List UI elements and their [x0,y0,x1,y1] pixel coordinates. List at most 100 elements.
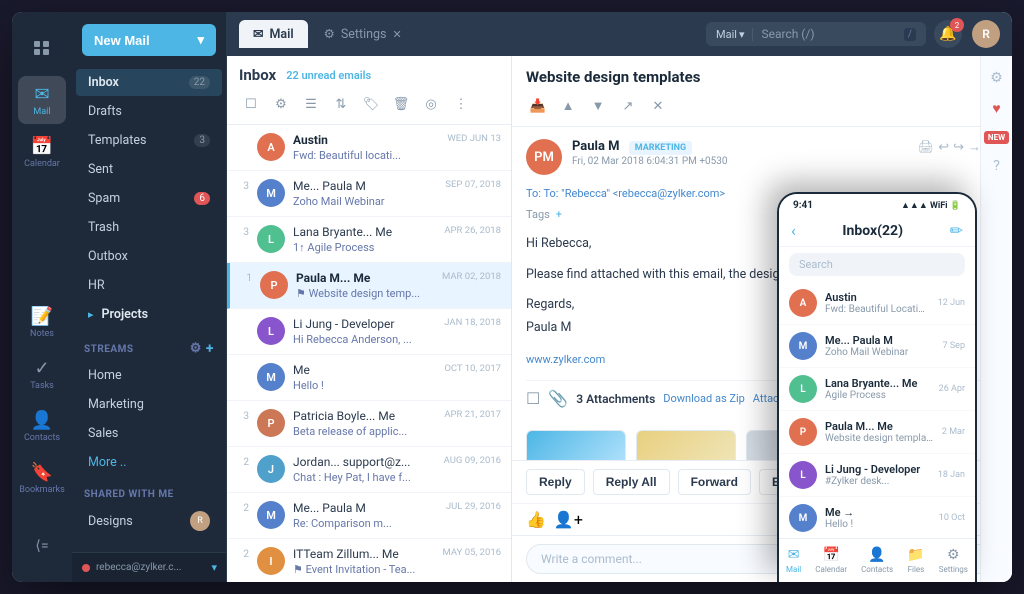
mobile-email-item[interactable]: L Li Jung - Developer #Zylker desk... 18… [779,454,975,497]
sidebar-icon-collapse[interactable]: ⟨= [18,522,66,570]
user-avatar-button[interactable]: R [972,20,1000,48]
tab-settings[interactable]: ⚙ Settings ✕ [310,20,416,48]
mobile-compose-button[interactable]: ✏ [950,221,963,240]
user-bar[interactable]: rebecca@zylker.c... ▾ [72,552,227,582]
mobile-tab-settings[interactable]: ⚙ Settings [939,547,968,574]
detail-print-icon[interactable]: 🖨 [918,140,935,155]
email-list-item[interactable]: 2 I ITTeam Zillum... Me ⚑ Event Invitati… [227,539,511,582]
email-avatar: M [257,179,285,207]
email-list-item[interactable]: L Li Jung - Developer Hi Rebecca Anderso… [227,309,511,355]
panel-settings-icon[interactable]: ⚙ [990,70,1003,86]
sidebar-icon-bookmarks[interactable]: 🔖 Bookmarks [18,454,66,502]
new-mail-button[interactable]: New Mail ▾ [82,24,216,56]
sidebar-item-inbox[interactable]: Inbox 22 [76,69,222,96]
tab-close-icon[interactable]: ✕ [393,28,402,41]
read-btn[interactable]: ◎ [419,92,443,116]
user-menu-icon[interactable]: ▾ [211,561,217,574]
email-sender: Austin [293,133,439,147]
sidebar-item-outbox[interactable]: Outbox [76,243,222,270]
email-list-item[interactable]: 3 M Me... Paula M Zoho Mail Webinar SEP … [227,171,511,217]
email-subject: 1↑ Agile Process [293,241,436,254]
search-scope-dropdown[interactable]: Mail ▾ [716,28,753,41]
mobile-mail-icon: ✉ [788,547,800,563]
email-list-item[interactable]: M Me Hello ! OCT 10, 2017 [227,355,511,401]
mobile-tab-contacts[interactable]: 👤 Contacts [861,547,893,574]
view-btn[interactable]: ☰ [299,92,323,116]
attachment-creative1[interactable]: Creative 1.png 20.3 KB [526,430,626,460]
email-avatar: L [257,317,285,345]
sidebar-icon-mail[interactable]: ✉ Mail [18,76,66,124]
detail-down-btn[interactable]: ▼ [586,94,610,118]
sidebar-item-designs[interactable]: Designs R [76,505,222,537]
attachment-count: 3 Attachments [576,392,655,406]
sort-btn[interactable]: ⇅ [329,92,353,116]
detail-expand-btn[interactable]: ↗ [616,94,640,118]
sidebar-item-spam[interactable]: Spam 6 [76,185,222,212]
streams-settings-icon[interactable]: ⚙ [190,341,202,357]
sidebar-icon-tasks[interactable]: ✓ Tasks [18,350,66,398]
mobile-sender: Lana Bryante... Me [825,377,931,390]
email-list-item[interactable]: 2 M Me... Paula M Re: Comparison m... JU… [227,493,511,539]
mobile-search-input[interactable]: Search [789,253,965,276]
delete-btn[interactable]: 🗑 [389,92,413,116]
filter-btn[interactable]: ⚙ [269,92,293,116]
panel-favorite-icon[interactable]: ♥ [992,100,1000,117]
sidebar-item-home[interactable]: Home [76,362,222,389]
streams-add-icon[interactable]: + [206,341,214,357]
sidebar-item-trash[interactable]: Trash [76,214,222,241]
mobile-tab-calendar[interactable]: 📅 Calendar [815,547,847,574]
mobile-email-item[interactable]: L Lana Bryante... Me Agile Process 26 Ap… [779,368,975,411]
search-shortcut: / [904,28,916,41]
sidebar-item-sent[interactable]: Sent [76,156,222,183]
mobile-email-item[interactable]: M Me → Hello ! 10 Oct [779,497,975,540]
notification-button[interactable]: 🔔 2 [934,20,962,48]
more-btn[interactable]: ⋮ [449,92,473,116]
sidebar-item-templates[interactable]: Templates 3 [76,127,222,154]
email-content: Me Hello ! [293,363,436,392]
forward-button[interactable]: Forward [678,469,751,495]
top-bar-icons: 🔔 2 R [934,20,1000,48]
sidebar-item-more[interactable]: More .. [76,449,222,476]
email-list-item[interactable]: 3 L Lana Bryante... Me 1↑ Agile Process … [227,217,511,263]
detail-reply-icon[interactable]: ↩ [938,140,949,155]
download-zip-link[interactable]: Download as Zip [663,392,745,405]
mobile-tab-mail[interactable]: ✉ Mail [786,547,801,574]
shared-section-title: SHARED WITH ME [72,477,226,504]
sidebar-item-sales[interactable]: Sales [76,420,222,447]
mobile-tab-files[interactable]: 📁 Files [907,547,924,574]
select-all-btn[interactable]: ☐ [239,92,263,116]
email-list-item[interactable]: A Austin Fwd: Beautiful locati... WED JU… [227,125,511,171]
detail-archive-btn[interactable]: 📥 [526,94,550,118]
sidebar-icon-calendar[interactable]: 📅 Calendar [18,128,66,176]
mobile-email-item[interactable]: M Me... Paula M Zoho Mail Webinar 7 Sep [779,325,975,368]
sidebar-item-projects[interactable]: ▸ Projects [76,301,222,328]
sidebar-item-marketing[interactable]: Marketing [76,391,222,418]
email-list-item[interactable]: 2 J Jordan... support@z... Chat : Hey Pa… [227,447,511,493]
person-add-icon[interactable]: 👤+ [554,510,583,529]
tag-btn[interactable]: 🏷 [359,92,383,116]
attachment-creative2[interactable]: Creative 2.png 20.3 KB [636,430,736,460]
mobile-email-item[interactable]: A Austin Fwd: Beautiful Locations 12 Jun [779,282,975,325]
checkbox-icon[interactable]: ☐ [526,389,540,408]
sidebar-item-hr[interactable]: HR [76,272,222,299]
detail-close-btn[interactable]: ✕ [646,94,670,118]
email-list-item[interactable]: 1 P Paula M... Me ⚑ Website design temp.… [227,263,511,309]
sidebar-icon-apps[interactable] [18,24,66,72]
mobile-date: 12 Jun [938,298,965,308]
mobile-date: 7 Sep [943,341,965,351]
email-list-item[interactable]: 3 P Patricia Boyle... Me Beta release of… [227,401,511,447]
panel-question-icon[interactable]: ? [993,158,1000,174]
sidebar-icon-contacts[interactable]: 👤 Contacts [18,402,66,450]
search-input[interactable]: Search (/) [761,27,897,41]
reply-all-button[interactable]: Reply All [593,469,670,495]
reply-button[interactable]: Reply [526,469,585,495]
email-num [237,365,249,392]
sidebar-icon-notes[interactable]: 📝 Notes [18,298,66,346]
mobile-email-item[interactable]: P Paula M... Me Website design templates… [779,411,975,454]
detail-up-btn[interactable]: ▲ [556,94,580,118]
thumbsup-icon[interactable]: 👍 [526,510,546,529]
detail-replyall-icon[interactable]: ↪ [953,140,964,155]
sidebar-item-drafts[interactable]: Drafts [76,98,222,125]
tags-add-icon[interactable]: + [556,208,562,221]
tab-mail[interactable]: ✉ Mail [239,20,308,48]
